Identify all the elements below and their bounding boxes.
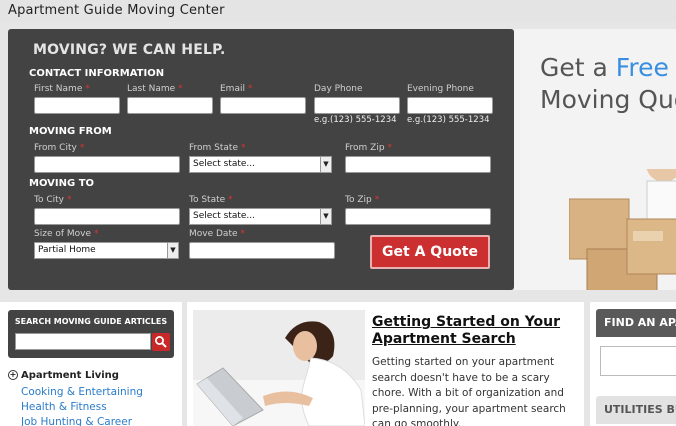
chevron-down-icon: ▼	[167, 243, 178, 258]
woman-on-laptop-image	[193, 310, 365, 426]
move-date-field[interactable]	[189, 242, 335, 259]
size-of-move-label: Size of Move *	[34, 229, 99, 239]
to-city-field[interactable]	[34, 208, 180, 225]
first-name-field[interactable]	[34, 97, 120, 114]
articles-sidebar: SEARCH MOVING GUIDE ARTICLES + Apartment …	[0, 302, 182, 426]
contact-section-title: CONTACT INFORMATION	[29, 68, 165, 79]
last-name-label: Last Name *	[127, 84, 183, 94]
magnifier-icon	[155, 336, 167, 348]
article-summary: Getting started on your apartment search…	[372, 356, 566, 426]
day-phone-label: Day Phone	[314, 84, 363, 94]
from-zip-label: From Zip *	[345, 143, 393, 153]
evening-phone-hint: e.g.(123) 555-1234	[407, 115, 490, 125]
to-zip-label: To Zip *	[345, 195, 380, 205]
category-link[interactable]: Cooking & Entertaining	[21, 386, 143, 398]
article-title-link[interactable]: Getting Started on Your Apartment Search	[372, 314, 577, 348]
to-zip-field[interactable]	[345, 208, 491, 225]
evening-phone-field[interactable]	[407, 97, 493, 114]
banner-line-2: Moving Quot	[540, 85, 676, 114]
category-link[interactable]: Health & Fitness	[21, 401, 107, 413]
article-search-title: SEARCH MOVING GUIDE ARTICLES	[14, 317, 168, 326]
banner-line-1: Get a Free	[540, 53, 669, 82]
from-zip-field[interactable]	[345, 156, 491, 173]
article-image[interactable]	[193, 310, 365, 426]
email-label: Email *	[220, 84, 253, 94]
moving-from-title: MOVING FROM	[29, 126, 112, 137]
find-apartment-input[interactable]	[600, 346, 676, 376]
from-city-field[interactable]	[34, 156, 180, 173]
evening-phone-label: Evening Phone	[407, 84, 474, 94]
to-city-label: To City *	[34, 195, 72, 205]
from-state-value: Select state...	[193, 159, 256, 169]
featured-article: Getting Started on Your Apartment Search…	[187, 302, 584, 426]
find-apartment-title: FIND AN APA	[596, 309, 676, 337]
to-state-value: Select state...	[193, 211, 256, 221]
plus-circle-icon: +	[8, 370, 18, 380]
right-sidebar: FIND AN APA UTILITIES BU	[590, 302, 676, 426]
size-of-move-select[interactable]: Partial Home ▼	[34, 242, 179, 259]
article-search-input[interactable]	[15, 333, 151, 350]
from-city-label: From City *	[34, 143, 85, 153]
email-field[interactable]	[220, 97, 306, 114]
mover-with-boxes-image	[569, 169, 676, 290]
article-search-box: SEARCH MOVING GUIDE ARTICLES	[8, 310, 174, 358]
from-state-select[interactable]: Select state... ▼	[189, 156, 332, 173]
moving-quote-form: MOVING? WE CAN HELP. CONTACT INFORMATION…	[8, 29, 514, 290]
from-state-label: From State *	[189, 143, 246, 153]
banner-free-word: Free	[615, 53, 669, 82]
find-apartment-box: FIND AN APA	[596, 309, 676, 384]
size-of-move-value: Partial Home	[38, 245, 96, 255]
first-name-label: First Name *	[34, 84, 90, 94]
utilities-bundle-tab[interactable]: UTILITIES BU	[596, 396, 676, 424]
last-name-field[interactable]	[127, 97, 213, 114]
day-phone-field[interactable]	[314, 97, 400, 114]
to-state-select[interactable]: Select state... ▼	[189, 208, 332, 225]
top-bar: Apartment Guide Moving Center	[0, 0, 676, 22]
day-phone-hint: e.g.(123) 555-1234	[314, 115, 397, 125]
site-title[interactable]: Apartment Guide Moving Center	[8, 3, 225, 18]
moving-to-title: MOVING TO	[29, 178, 95, 189]
get-a-quote-button[interactable]: Get A Quote	[370, 235, 490, 269]
chevron-down-icon: ▼	[320, 209, 331, 224]
search-button[interactable]	[152, 333, 170, 351]
chevron-down-icon: ▼	[320, 157, 331, 172]
to-state-label: To State *	[189, 195, 233, 205]
free-quote-banner[interactable]: Get a Free Moving Quot	[514, 29, 676, 290]
category-link[interactable]: Job Hunting & Career	[21, 416, 132, 426]
form-headline: MOVING? WE CAN HELP.	[33, 42, 226, 58]
category-apartment-living[interactable]: + Apartment Living	[8, 370, 119, 381]
move-date-label: Move Date *	[189, 229, 246, 239]
